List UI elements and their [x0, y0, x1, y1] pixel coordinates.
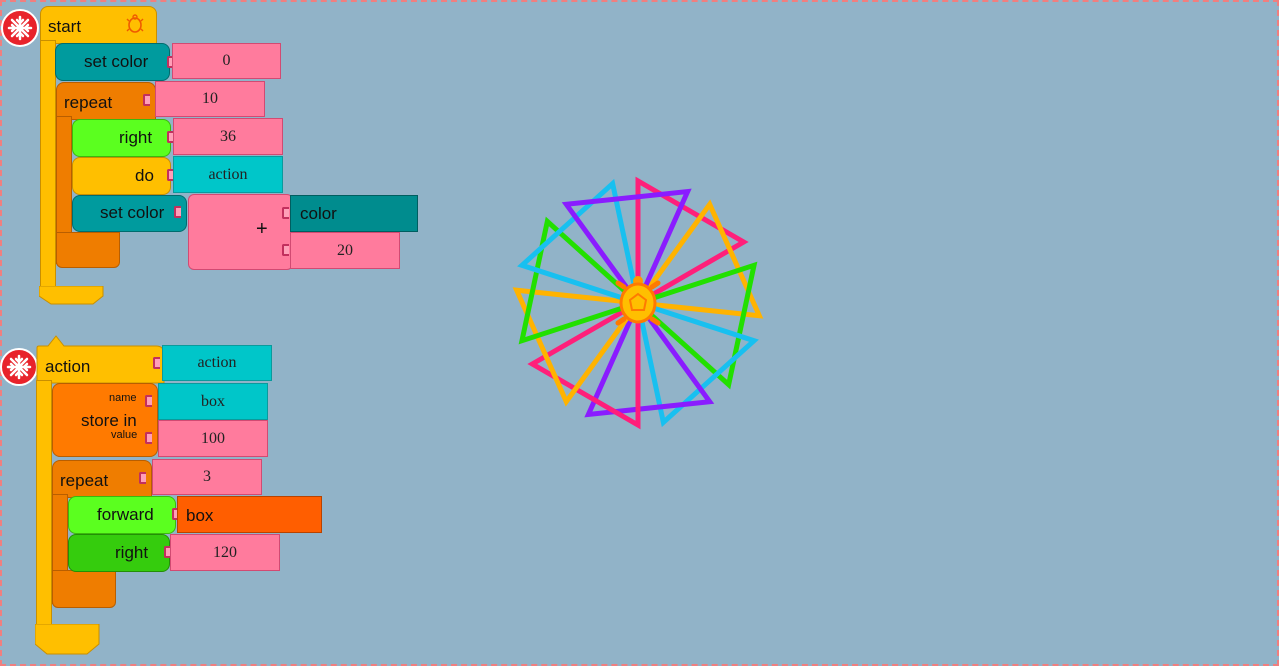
- turtle-drawing: [512, 176, 764, 430]
